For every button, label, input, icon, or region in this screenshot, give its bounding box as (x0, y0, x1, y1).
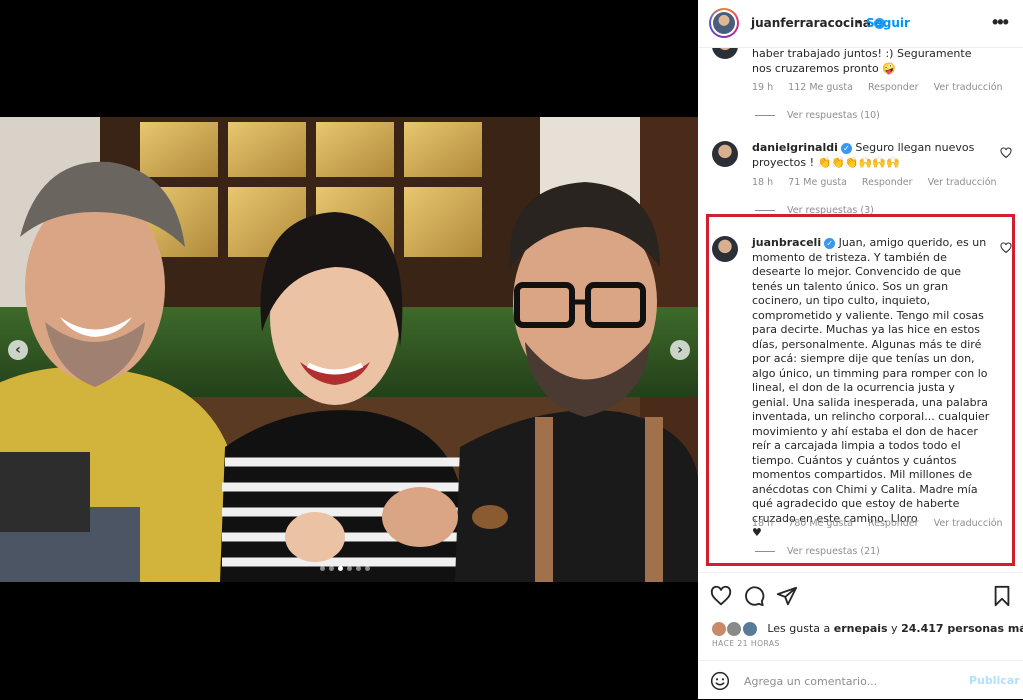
commenter-avatar[interactable] (712, 47, 738, 59)
comment-meta: 18 h 71 Me gusta Responder Ver traducció… (752, 177, 1009, 188)
view-replies-button[interactable]: Ver respuestas (21) (755, 546, 880, 557)
post-actions: Les gusta a ernepais y 24.417 personas m… (698, 572, 1023, 699)
likes-summary: Les gusta a ernepais y 24.417 personas m… (711, 620, 1023, 637)
comments-list[interactable]: haber trabajado juntos! :) Seguramente n… (698, 47, 1023, 572)
comment-likes[interactable]: 780 Me gusta (788, 518, 853, 529)
bookmark-icon[interactable] (991, 585, 1013, 607)
liker-username[interactable]: ernepais (834, 622, 888, 635)
translate-button[interactable]: Ver traducción (934, 82, 1003, 93)
view-replies-button[interactable]: Ver respuestas (10) (755, 110, 880, 121)
carousel-dot (320, 566, 325, 571)
verified-icon: ✓ (840, 142, 852, 154)
post-header: juanferraracocina ✓ • Seguir ••• (698, 0, 1023, 48)
commenter-avatar[interactable] (712, 141, 738, 167)
more-icon[interactable]: ••• (992, 12, 1009, 33)
carousel-dot (356, 566, 361, 571)
comment-body: Juan, amigo querido, es un momento de tr… (752, 236, 990, 525)
reply-button[interactable]: Responder (862, 177, 913, 188)
author-avatar[interactable] (709, 8, 739, 38)
liker-avatar (741, 620, 758, 637)
commenter-avatar[interactable] (712, 236, 738, 262)
share-icon[interactable] (776, 585, 798, 607)
comment-time: 18 h (752, 518, 774, 529)
follow-button[interactable]: Seguir (866, 16, 910, 30)
carousel-dot (329, 566, 334, 571)
add-comment-bar: Publicar (698, 660, 1023, 700)
comment-username[interactable]: danielgrinaldi (752, 141, 838, 154)
likes-count[interactable]: 24.417 personas más (901, 622, 1023, 635)
carousel-dot-active (338, 566, 343, 571)
heart-icon[interactable] (1000, 147, 1012, 159)
reply-button[interactable]: Responder (868, 82, 919, 93)
post-panel: juanferraracocina ✓ • Seguir ••• haber tr… (698, 0, 1023, 699)
comment-text: haber trabajado juntos! :) Seguramente n… (752, 47, 972, 75)
carousel-dot (365, 566, 370, 571)
chevron-left-icon[interactable]: ‹ (8, 340, 28, 360)
translate-button[interactable]: Ver traducción (934, 518, 1003, 529)
comment-text: juanbraceli ✓ Juan, amigo querido, es un … (752, 236, 992, 541)
view-replies-button[interactable]: Ver respuestas (3) (755, 205, 874, 216)
comment-username[interactable]: juanbraceli (752, 236, 821, 249)
translate-button[interactable]: Ver traducción (928, 177, 997, 188)
post-photo[interactable] (0, 117, 698, 582)
comment-likes[interactable]: 71 Me gusta (788, 177, 847, 188)
header-separator: • (857, 15, 862, 29)
heart-icon[interactable] (710, 585, 732, 607)
chevron-right-icon[interactable]: › (670, 340, 690, 360)
comment-time: 18 h (752, 177, 774, 188)
liker-avatar (726, 620, 743, 637)
comment-input[interactable] (742, 670, 966, 692)
comment-text: danielgrinaldi ✓ Seguro llegan nuevos pro… (752, 141, 992, 170)
comment-likes[interactable]: 112 Me gusta (788, 82, 853, 93)
comment-time: 19 h (752, 82, 774, 93)
post-media-area: ‹ › (0, 0, 698, 698)
reply-button[interactable]: Responder (868, 518, 919, 529)
liker-avatar (711, 620, 727, 637)
carousel-dots (320, 566, 370, 571)
comment-icon[interactable] (743, 585, 765, 607)
heart-icon[interactable] (1000, 242, 1012, 254)
comment-meta: 18 h 780 Me gusta Responder Ver traducci… (752, 518, 1015, 529)
photo-illustration (0, 117, 698, 582)
comment-meta: 19 h 112 Me gusta Responder Ver traducci… (752, 82, 1015, 93)
verified-icon: ✓ (824, 237, 836, 249)
author-username[interactable]: juanferraracocina ✓ (751, 16, 885, 30)
publish-button[interactable]: Publicar (969, 674, 1020, 687)
emoji-icon[interactable] (710, 671, 730, 691)
post-timestamp[interactable]: HACE 21 HORAS (712, 639, 780, 648)
carousel-dot (347, 566, 352, 571)
